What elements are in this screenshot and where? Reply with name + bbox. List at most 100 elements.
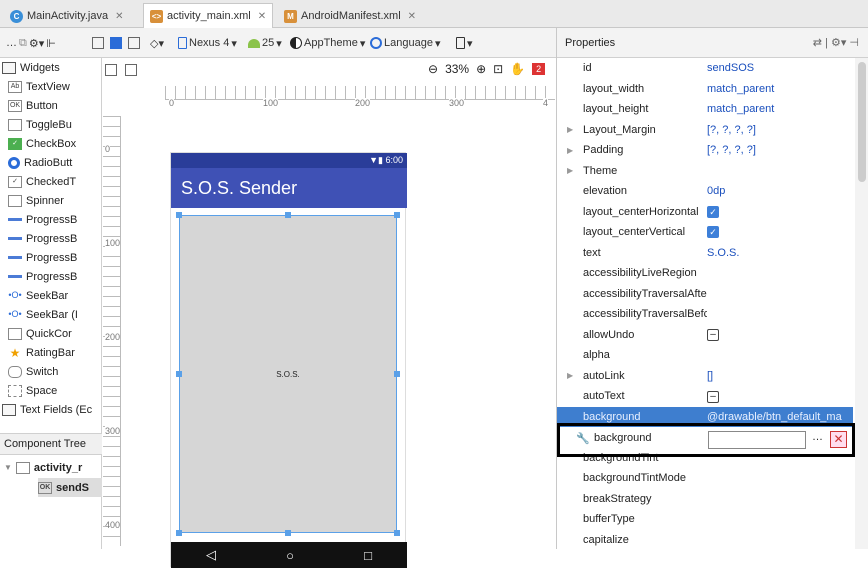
indeterminate-checkbox-icon[interactable]: –: [707, 329, 719, 342]
property-row[interactable]: ▶ Padding [?, ?, ?, ?]: [557, 140, 853, 161]
property-row[interactable]: autoText –: [557, 386, 853, 407]
property-value[interactable]: 0dp: [707, 185, 851, 197]
expand-arrow-icon[interactable]: ▶: [567, 371, 573, 380]
pan-hand-icon[interactable]: ✋: [510, 62, 525, 76]
palette-item-togglebutton[interactable]: ToggleBu: [8, 115, 72, 134]
property-row[interactable]: accessibilityLiveRegion: [557, 263, 853, 284]
tab-activity-main-xml[interactable]: <> activity_main.xml ✕: [143, 3, 274, 28]
tree-node-button[interactable]: OK sendS: [38, 478, 102, 497]
palette-item-seekbar-discrete[interactable]: •O• SeekBar (I: [8, 305, 78, 324]
palette-item-space[interactable]: Space: [8, 381, 57, 400]
zoom-in-icon[interactable]: ⊕: [476, 62, 486, 76]
palette-item-progressbar[interactable]: ProgressB: [8, 210, 77, 229]
expand-arrow-icon[interactable]: ▶: [567, 146, 573, 155]
api-selector[interactable]: 25 ▾: [248, 35, 282, 51]
device-selector[interactable]: Nexus 4 ▾: [178, 35, 237, 51]
property-row[interactable]: layout_height match_parent: [557, 99, 853, 120]
expand-arrow-icon[interactable]: ▶: [567, 125, 573, 134]
design-view-button[interactable]: [92, 35, 104, 51]
checkbox-checked-icon[interactable]: ✓: [707, 226, 719, 239]
property-row[interactable]: elevation 0dp: [557, 181, 853, 202]
resize-handle[interactable]: [176, 212, 182, 218]
resize-handle[interactable]: [285, 212, 291, 218]
expand-horizontal-icon[interactable]: [105, 64, 117, 76]
property-row[interactable]: accessibilityTraversalAfte: [557, 284, 853, 305]
property-row[interactable]: text S.O.S.: [557, 243, 853, 264]
palette-category-text-fields[interactable]: Text Fields (Ec: [2, 400, 92, 419]
property-row[interactable]: breakStrategy: [557, 489, 853, 510]
property-value[interactable]: [?, ?, ?, ?]: [707, 124, 851, 136]
palette-item-button[interactable]: OK Button: [8, 96, 58, 115]
resize-handle[interactable]: [176, 371, 182, 377]
tab-main-activity[interactable]: C MainActivity.java ✕: [4, 4, 130, 28]
panel-actions-icon[interactable]: ⇄ | ⚙▾ ⊣: [813, 36, 859, 49]
palette-item-progressbar[interactable]: ProgressB: [8, 267, 77, 286]
expand-arrow-icon[interactable]: ▶: [567, 166, 573, 175]
resize-handle[interactable]: [394, 530, 400, 536]
property-value[interactable]: S.O.S.: [707, 247, 851, 259]
property-row[interactable]: layout_centerHorizontal ✓: [557, 202, 853, 223]
palette-item-progressbar[interactable]: ProgressB: [8, 229, 77, 248]
tab-android-manifest[interactable]: M AndroidManifest.xml ✕: [278, 4, 422, 28]
property-value[interactable]: ✓: [707, 205, 851, 218]
property-row[interactable]: layout_centerVertical ✓: [557, 222, 853, 243]
error-badge[interactable]: 2: [532, 63, 546, 75]
property-row[interactable]: id sendSOS: [557, 58, 853, 79]
both-view-button[interactable]: [128, 35, 140, 51]
property-value[interactable]: [?, ?, ?, ?]: [707, 144, 851, 156]
resize-handle[interactable]: [394, 371, 400, 377]
blueprint-view-button[interactable]: [110, 35, 122, 51]
property-row[interactable]: bufferType: [557, 509, 853, 530]
property-row[interactable]: ▶ Theme: [557, 161, 853, 182]
property-value[interactable]: match_parent: [707, 83, 851, 95]
property-value[interactable]: –: [707, 328, 851, 342]
property-row[interactable]: allowUndo –: [557, 325, 853, 346]
property-row[interactable]: accessibilityTraversalBefc: [557, 304, 853, 325]
palette-item-radiobutton[interactable]: RadioButt: [8, 153, 72, 172]
theme-selector[interactable]: AppTheme ▾: [290, 35, 365, 51]
property-row[interactable]: backgroundTintMode: [557, 468, 853, 489]
palette-item-seekbar[interactable]: •O• SeekBar: [8, 286, 68, 305]
property-value[interactable]: match_parent: [707, 103, 851, 115]
property-row[interactable]: ▶ Layout_Margin [?, ?, ?, ?]: [557, 120, 853, 141]
palette-item-switch[interactable]: Switch: [8, 362, 58, 381]
background-value-input[interactable]: [708, 431, 806, 449]
resize-handle[interactable]: [176, 530, 182, 536]
properties-scrollbar[interactable]: [855, 58, 868, 549]
property-value[interactable]: ✓: [707, 226, 851, 239]
property-row[interactable]: ▶ autoLink []: [557, 366, 853, 387]
resize-handle[interactable]: [285, 530, 291, 536]
orientation-button[interactable]: ◇▾: [150, 35, 164, 51]
property-row[interactable]: layout_width match_parent: [557, 79, 853, 100]
fit-screen-icon[interactable]: ⊡: [493, 62, 503, 76]
tree-node-root[interactable]: ▼ activity_r: [4, 458, 82, 477]
palette-item-textview[interactable]: Ab TextView: [8, 77, 70, 96]
palette-item-checkbox[interactable]: ✓ CheckBox: [8, 134, 76, 153]
palette-item-checkedtextview[interactable]: ✓ CheckedT: [8, 172, 76, 191]
palette-item-spinner[interactable]: Spinner: [8, 191, 64, 210]
indeterminate-checkbox-icon[interactable]: –: [707, 390, 719, 403]
property-row[interactable]: alpha: [557, 345, 853, 366]
toolbar-misc-icons[interactable]: … ⧉ ⚙▾ ⊩: [6, 35, 56, 51]
property-value[interactable]: –: [707, 390, 851, 403]
property-value[interactable]: @drawable/btn_default_ma: [707, 411, 851, 423]
zoom-out-icon[interactable]: ⊖: [428, 62, 438, 76]
close-icon[interactable]: ✕: [408, 11, 416, 22]
expand-vertical-icon[interactable]: [125, 64, 137, 76]
palette-item-ratingbar[interactable]: ★ RatingBar: [8, 343, 75, 362]
property-value[interactable]: sendSOS: [707, 62, 851, 74]
palette-item-quickcontactbadge[interactable]: QuickCor: [8, 324, 72, 343]
palette-item-progressbar[interactable]: ProgressB: [8, 248, 77, 267]
property-row[interactable]: capitalize: [557, 530, 853, 551]
device-config-button[interactable]: ▾: [456, 35, 473, 51]
close-icon[interactable]: ✕: [115, 11, 123, 22]
clear-value-icon[interactable]: ✕: [830, 431, 847, 448]
language-selector[interactable]: Language ▾: [370, 35, 440, 51]
palette-category-widgets[interactable]: Widgets: [2, 58, 60, 77]
sos-button-preview[interactable]: S.O.S.: [179, 215, 397, 533]
checkbox-checked-icon[interactable]: ✓: [707, 205, 719, 218]
browse-ellipsis-button[interactable]: …: [812, 431, 823, 443]
resize-handle[interactable]: [394, 212, 400, 218]
property-value[interactable]: []: [707, 370, 851, 382]
close-icon[interactable]: ✕: [258, 11, 266, 22]
